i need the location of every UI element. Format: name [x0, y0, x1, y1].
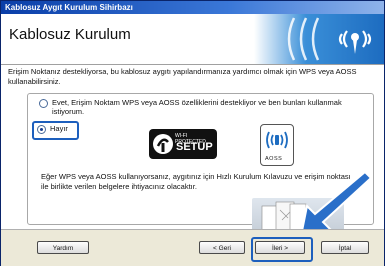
- aoss-wireless-icon: [266, 131, 288, 149]
- aoss-logo-text: AOSS: [265, 156, 283, 162]
- next-button[interactable]: İleri >: [255, 241, 305, 254]
- wps-lock-icon: [153, 134, 173, 154]
- help-button[interactable]: Yardım: [37, 241, 89, 254]
- back-button[interactable]: < Geri: [199, 241, 245, 254]
- window-title: Kablosuz Aygıt Kurulum Sihirbazı: [1, 1, 384, 14]
- intro-text: Erişim Noktanız destekliyorsa, bu kablos…: [8, 67, 357, 86]
- wireless-waves-icon: [287, 17, 372, 61]
- option-no[interactable]: Hayır: [37, 124, 68, 134]
- wps-logo-big-text: SETUP: [176, 141, 213, 153]
- page-title: Kablosuz Kurulum: [9, 26, 131, 43]
- radio-no[interactable]: [37, 125, 46, 134]
- option-no-label: Hayır: [50, 124, 68, 133]
- wizard-header: Kablosuz Kurulum: [1, 14, 384, 65]
- wireless-banner: [254, 14, 384, 64]
- option-yes-label: Evet, Erişim Noktam WPS veya AOSS özelli…: [52, 98, 342, 116]
- wizard-window: Kablosuz Aygıt Kurulum Sihirbazı Kablosu…: [0, 0, 385, 266]
- wps-logo: WI-FI PROTECTED SETUP: [149, 129, 217, 159]
- option-yes[interactable]: Evet, Erişim Noktam WPS veya AOSS özelli…: [39, 98, 369, 116]
- cancel-button[interactable]: İptal: [321, 241, 369, 254]
- radio-yes[interactable]: [39, 99, 48, 108]
- aoss-logo: AOSS: [260, 124, 294, 166]
